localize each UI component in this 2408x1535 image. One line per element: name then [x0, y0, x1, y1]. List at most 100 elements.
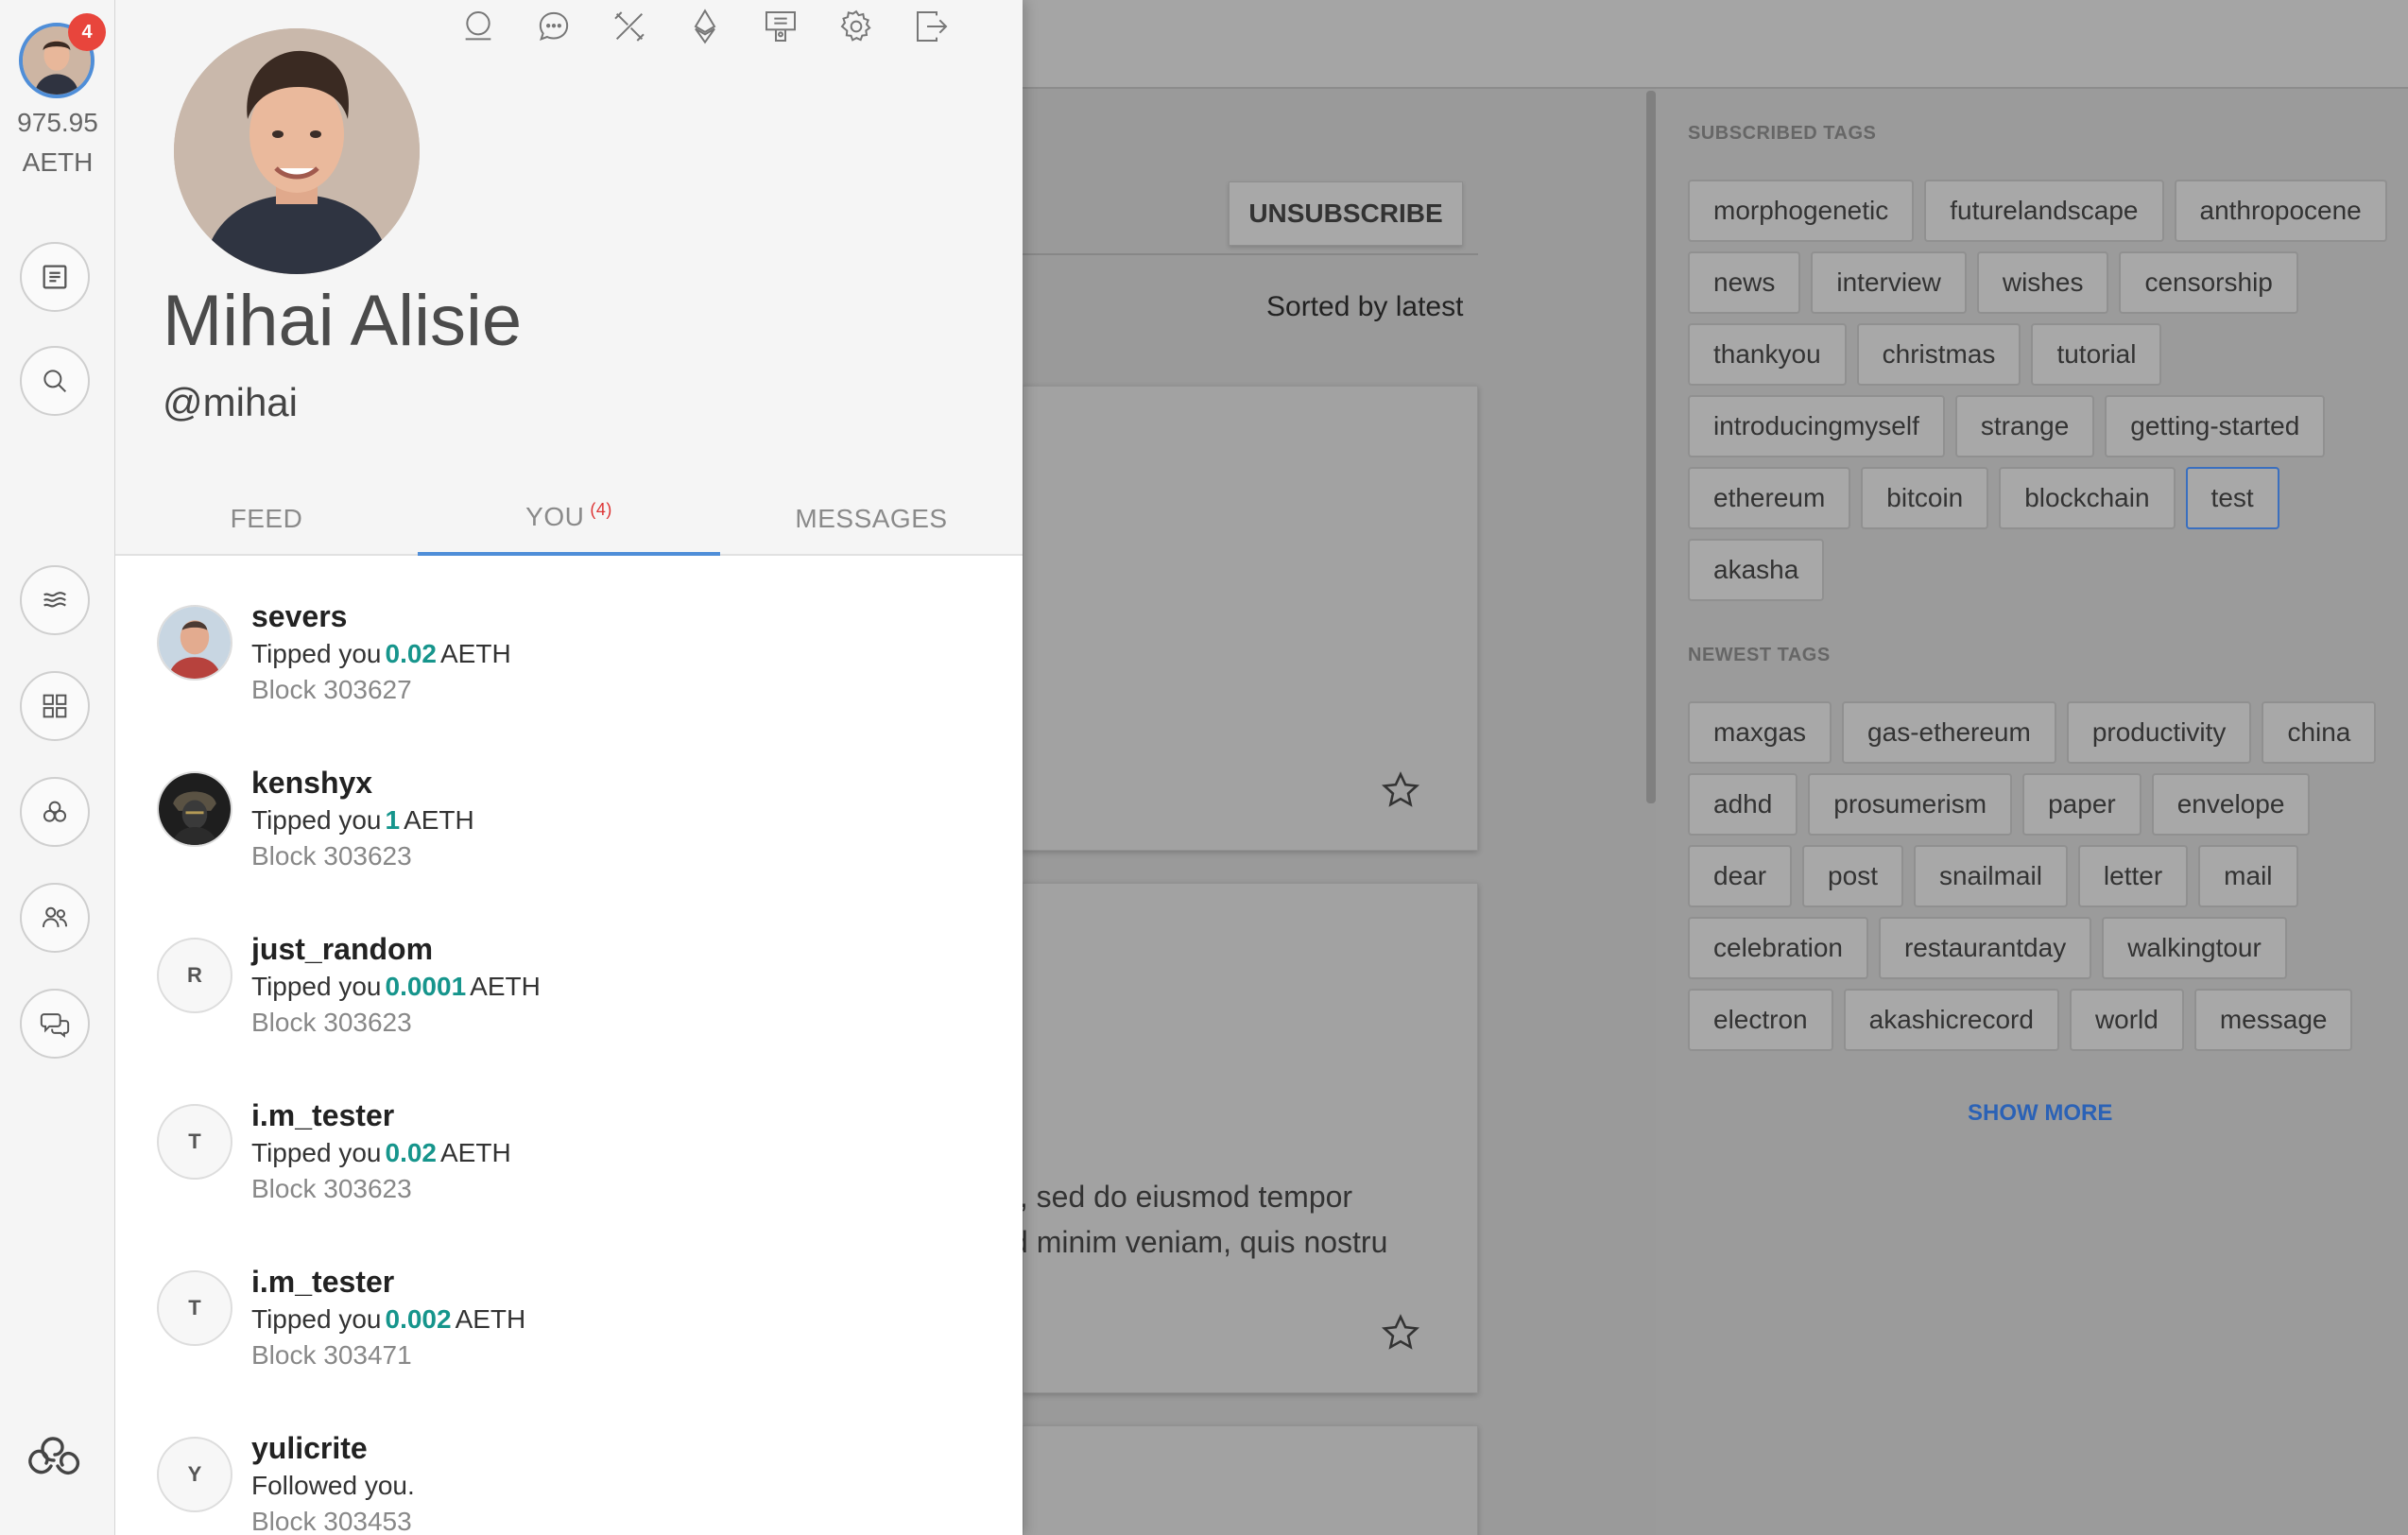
profile-header: Mihai Alisie @mihai FEED YOU (4) MESSAGES — [115, 0, 1023, 556]
tag-chip[interactable]: futurelandscape — [1924, 180, 2164, 242]
notification-block: Block 303627 — [251, 675, 412, 704]
notification-user[interactable]: i.m_tester — [251, 1098, 394, 1133]
tab-feed[interactable]: FEED — [115, 482, 418, 556]
logout-tool[interactable] — [911, 6, 953, 47]
notification-avatar[interactable]: T — [157, 1270, 232, 1346]
tag-chip[interactable]: dear — [1688, 845, 1793, 907]
tag-chip[interactable]: news — [1688, 251, 1801, 314]
tab-messages[interactable]: MESSAGES — [720, 482, 1023, 556]
tip-unit: AETH — [470, 972, 541, 1001]
tag-chip[interactable]: akashicrecord — [1843, 989, 2059, 1051]
apps-button[interactable] — [20, 671, 90, 741]
tag-chip[interactable]: letter — [2077, 845, 2189, 907]
notification-avatar[interactable]: T — [157, 1104, 232, 1180]
notification-item[interactable]: R just_random Tipped you 0.0001 AETH Block… — [115, 890, 1023, 1057]
tag-chip[interactable]: china — [2262, 701, 2377, 764]
tag-chip[interactable]: maxgas — [1688, 701, 1832, 764]
tab-you[interactable]: YOU (4) — [418, 482, 720, 556]
tag-chip[interactable]: blockchain — [1999, 467, 2176, 529]
notification-avatar[interactable] — [157, 771, 232, 847]
show-more-link[interactable]: SHOW MORE — [1968, 1100, 2112, 1127]
tag-chip[interactable]: ethereum — [1688, 467, 1851, 529]
star-icon[interactable] — [1380, 769, 1421, 811]
search-button[interactable] — [20, 346, 90, 416]
star-icon[interactable] — [1380, 1312, 1421, 1354]
people-button[interactable] — [20, 883, 90, 953]
tag-chip[interactable]: christmas — [1856, 323, 2021, 386]
notification-avatar[interactable]: Y — [157, 1437, 232, 1512]
tag-chip[interactable]: test — [2185, 467, 2279, 529]
tag-chip[interactable]: envelope — [2151, 773, 2311, 836]
tag-chip[interactable]: restaurantday — [1878, 917, 2092, 979]
notification-item[interactable]: T i.m_tester Tipped you 0.002 AETH Block 3… — [115, 1223, 1023, 1389]
sort-label[interactable]: Sorted by latest — [1266, 291, 1463, 323]
tag-chip[interactable]: wishes — [1976, 251, 2109, 314]
unsubscribe-button[interactable]: UNSUBSCRIBE — [1229, 181, 1463, 246]
notification-avatar[interactable]: R — [157, 938, 232, 1013]
tag-chip[interactable]: thankyou — [1688, 323, 1847, 386]
tag-chip[interactable]: adhd — [1688, 773, 1798, 836]
wallet-tool[interactable] — [760, 6, 801, 47]
notification-text: Tipped you 0.02 AETH — [251, 639, 511, 669]
notification-user[interactable]: i.m_tester — [251, 1265, 394, 1300]
tag-chip[interactable]: message — [2193, 989, 2353, 1051]
tag-chip[interactable]: post — [1802, 845, 1903, 907]
content-scrollbar[interactable] — [1646, 91, 1656, 803]
tag-chip[interactable]: snailmail — [1913, 845, 2068, 907]
tag-chip[interactable]: strange — [1954, 395, 2095, 457]
notification-item[interactable]: kenshyx Tipped you 1 AETH Block 303623 — [115, 724, 1023, 890]
notification-user[interactable]: just_random — [251, 932, 433, 967]
header-divider — [1023, 253, 1478, 255]
tag-chip[interactable]: anthropocene — [2174, 180, 2387, 242]
profile-toolbar — [457, 6, 953, 47]
comments-tool[interactable] — [533, 6, 575, 47]
tip-unit: AETH — [455, 1304, 526, 1334]
people-icon — [42, 906, 68, 927]
notification-user[interactable]: yulicrite — [251, 1431, 368, 1466]
notification-user[interactable]: kenshyx — [251, 766, 372, 801]
tab-count-badge: (4) — [590, 499, 612, 519]
tag-chip[interactable]: mail — [2198, 845, 2298, 907]
notification-block: Block 303623 — [251, 1174, 412, 1203]
tag-chip[interactable]: gas-ethereum — [1842, 701, 2056, 764]
entry-card[interactable] — [1023, 1425, 1478, 1535]
tag-chip[interactable]: censorship — [2119, 251, 2298, 314]
tag-chip[interactable]: introducingmyself — [1688, 395, 1945, 457]
notification-action: Followed you. — [251, 1471, 415, 1500]
tag-chip[interactable]: akasha — [1688, 539, 1825, 601]
tag-chip[interactable]: paper — [2022, 773, 2141, 836]
notification-item[interactable]: Y yulicrite Followed you. Block 303453 — [115, 1389, 1023, 1535]
profile-tool[interactable] — [457, 6, 499, 47]
new-entry-button[interactable] — [20, 242, 90, 312]
tools-tool[interactable] — [609, 6, 650, 47]
settings-tool[interactable] — [835, 6, 877, 47]
notification-item[interactable]: severs Tipped you 0.02 AETH Block 303627 — [115, 558, 1023, 724]
notification-block: Block 303453 — [251, 1507, 412, 1535]
notification-user[interactable]: severs — [251, 599, 347, 634]
chat-button[interactable] — [20, 989, 90, 1059]
tag-chip[interactable]: walkingtour — [2102, 917, 2287, 979]
highlights-button[interactable] — [20, 777, 90, 847]
notification-avatar[interactable] — [157, 605, 232, 681]
tag-chip[interactable]: tutorial — [2031, 323, 2162, 386]
tag-chip[interactable]: celebration — [1688, 917, 1868, 979]
search-icon — [43, 370, 67, 393]
ethereum-tool[interactable] — [684, 6, 726, 47]
tab-label: FEED — [230, 504, 303, 533]
profile-icon — [465, 11, 491, 41]
akasha-logo-icon[interactable] — [13, 1423, 95, 1504]
tip-amount: 0.02 — [385, 1138, 438, 1167]
tag-chip[interactable]: electron — [1688, 989, 1833, 1051]
tag-chip[interactable]: productivity — [2066, 701, 2252, 764]
tag-chip[interactable]: interview — [1811, 251, 1967, 314]
entry-excerpt-line: t, sed do eiusmod tempor — [1011, 1180, 1353, 1214]
tag-chip[interactable]: prosumerism — [1808, 773, 2013, 836]
tag-chip[interactable]: getting-started — [2105, 395, 2326, 457]
tag-chip[interactable]: bitcoin — [1861, 467, 1989, 529]
notification-badge: 4 — [68, 13, 106, 51]
streams-button[interactable] — [20, 565, 90, 635]
notification-item[interactable]: T i.m_tester Tipped you 0.02 AETH Block 30… — [115, 1057, 1023, 1223]
tag-chip[interactable]: world — [2069, 989, 2184, 1051]
tab-label: MESSAGES — [795, 504, 948, 533]
tag-chip[interactable]: morphogenetic — [1688, 180, 1915, 242]
